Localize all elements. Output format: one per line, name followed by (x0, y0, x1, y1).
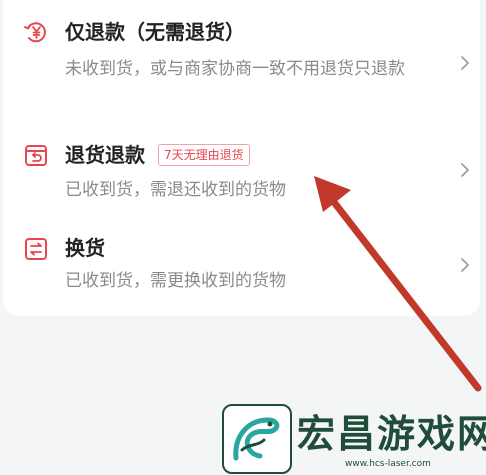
dragon-logo-icon (233, 417, 280, 461)
watermark-url: www.hcs-laser.com (345, 459, 431, 469)
after-sale-type-page: 仅退款（无需退货） 未收到货，或与商家协商一致不用退货只退款 退货退款 7天无理… (0, 0, 486, 475)
watermark-text: 宏昌游戏网 (297, 412, 486, 456)
watermark-logo (222, 404, 292, 474)
